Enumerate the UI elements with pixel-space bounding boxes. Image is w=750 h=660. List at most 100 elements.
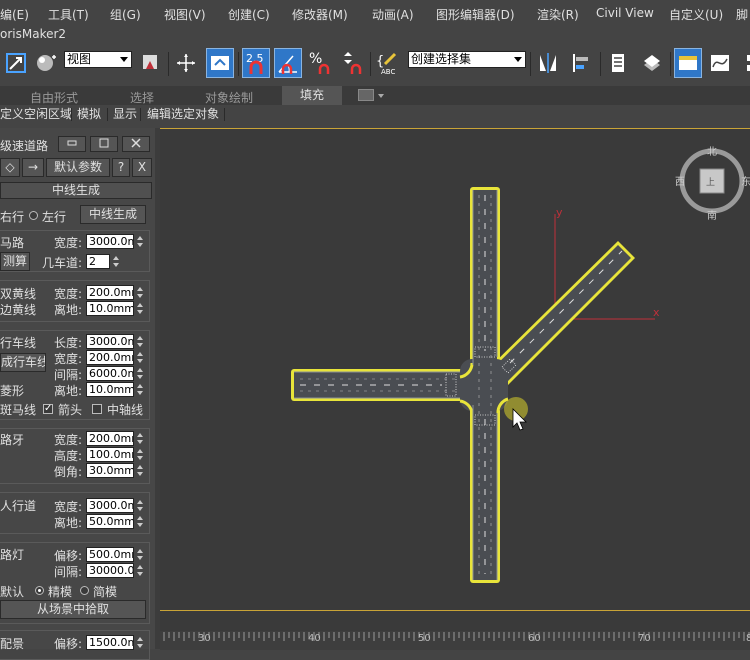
lanes-input[interactable]: 2 (86, 254, 110, 269)
menu-group[interactable]: 组(G) (110, 6, 141, 23)
dy-width-spinner-icon[interactable] (136, 285, 145, 300)
sl-gap-spinner-icon[interactable] (136, 563, 145, 578)
menu-customize[interactable]: 自定义(U) (669, 6, 723, 23)
sl-offset-input[interactable]: 500.0mm (86, 547, 134, 562)
menu-civil-view[interactable]: Civil View (596, 6, 654, 20)
snap-toggle-icon[interactable]: 2.5 (242, 48, 270, 78)
mirror-icon[interactable] (534, 48, 562, 78)
align-icon[interactable] (568, 48, 596, 78)
pivot-icon[interactable] (136, 48, 164, 78)
ln-offset-input[interactable]: 10.0mm (86, 382, 134, 397)
sl-offset-spinner-icon[interactable] (136, 547, 145, 562)
reference-coordinate-select[interactable]: 视图 (64, 51, 132, 68)
fu-offset-input[interactable]: 1500.0mm (86, 635, 134, 650)
edit-named-selection-icon[interactable]: {ABC (374, 48, 402, 78)
pick-from-scene-button[interactable]: 从场景中拾取 (0, 600, 146, 619)
dy-offset-input[interactable]: 10.0mm (86, 301, 134, 316)
generate-lane-button[interactable]: 成行车线 (0, 353, 46, 372)
menu-tools[interactable]: 工具(T) (48, 6, 89, 23)
curb-height-spinner-icon[interactable] (136, 447, 145, 462)
viewcube-face-label: 上 (706, 177, 715, 188)
dy-width-input[interactable]: 200.0mm (86, 285, 134, 300)
road-width-spinner-icon[interactable] (136, 234, 145, 249)
maximize-button[interactable] (90, 136, 118, 152)
menu-graph-editors[interactable]: 图形编辑器(D) (436, 6, 515, 23)
road-network[interactable] (291, 187, 635, 583)
curb-height-input[interactable]: 100.0mm (86, 447, 134, 462)
subtab-display[interactable]: 显示 (110, 105, 140, 124)
percent-snap-icon[interactable]: % (306, 48, 334, 78)
menu-edit[interactable]: 编(E) (0, 6, 29, 23)
left-drive-radio[interactable] (29, 211, 38, 220)
dy-offset-spinner-icon[interactable] (136, 301, 145, 316)
sw-width-input[interactable]: 3000.0mm (86, 498, 134, 513)
keyboard-shortcut-icon[interactable] (206, 48, 234, 78)
menu-script[interactable]: 脚 (736, 6, 748, 23)
menu-modifiers[interactable]: 修改器(M) (292, 6, 348, 23)
curve-editor-icon[interactable] (706, 48, 734, 78)
menu-animation[interactable]: 动画(A) (372, 6, 414, 23)
curb-chamfer-input[interactable]: 30.0mm (86, 463, 134, 478)
spinner-snap-icon[interactable] (338, 48, 366, 78)
road-label: 马路 (0, 236, 25, 250)
curb-chamfer-spinner-icon[interactable] (136, 463, 145, 478)
ln-gap-spinner-icon[interactable] (136, 366, 145, 381)
median-checkbox[interactable] (92, 404, 102, 414)
arrow-button[interactable]: → (22, 158, 44, 177)
tab-selection[interactable]: 选择 (130, 89, 154, 106)
ln-width-spinner-icon[interactable] (136, 350, 145, 365)
sw-width-spinner-icon[interactable] (136, 498, 145, 513)
subtab-define-idle-area[interactable]: 定义空闲区域 (0, 105, 75, 124)
minimize-button[interactable] (58, 136, 86, 152)
menu-rendering[interactable]: 渲染(R) (537, 6, 579, 23)
ribbon-dropdown-icon[interactable] (378, 94, 384, 98)
scene-explorer-icon[interactable] (638, 48, 666, 78)
tab-freeform[interactable]: 自由形式 (30, 89, 78, 106)
ribbon-toggle-icon[interactable] (674, 48, 702, 78)
panel-close-button[interactable]: X (132, 158, 152, 177)
menu-create[interactable]: 创建(C) (228, 6, 270, 23)
sphere-icon[interactable] (32, 48, 60, 78)
arrow-checkbox[interactable]: ✓ (43, 404, 53, 414)
menu-views[interactable]: 视图(V) (164, 6, 206, 23)
top-viewport[interactable]: y x 上 北 南 西 东 (160, 128, 750, 611)
tab-populate[interactable]: 填充 (282, 86, 342, 105)
ln-width-input[interactable]: 200.0mm (86, 350, 134, 365)
road-width-input[interactable]: 3000.0mm (86, 234, 134, 249)
curb-width-spinner-icon[interactable] (136, 431, 145, 446)
close-button[interactable] (122, 136, 150, 152)
curb-width-input[interactable]: 200.0mm (86, 431, 134, 446)
help-button[interactable]: ? (112, 158, 130, 177)
sw-offset-input[interactable]: 50.0mm (86, 514, 134, 529)
angle-snap-icon[interactable] (274, 48, 302, 78)
generate-centerline-button[interactable]: 中线生成 (80, 205, 146, 224)
sw-offset-spinner-icon[interactable] (136, 514, 145, 529)
move-gizmo-icon[interactable] (172, 48, 200, 78)
lanes-spinner-icon[interactable] (112, 254, 121, 269)
ribbon-options-icon[interactable] (358, 89, 374, 101)
ln-offset-spinner-icon[interactable] (136, 382, 145, 397)
fine-model-radio[interactable] (35, 586, 44, 595)
select-region-icon[interactable] (2, 48, 30, 78)
calculate-button[interactable]: 测算 (0, 252, 30, 271)
ln-gap-input[interactable]: 6000.0mm (86, 366, 134, 381)
default-params-button[interactable]: 默认参数 (46, 158, 110, 177)
subtab-simulate[interactable]: 模拟 (74, 105, 104, 124)
ln-length-spinner-icon[interactable] (136, 334, 145, 349)
subtab-edit-selected[interactable]: 编辑选定对象 (144, 105, 222, 124)
named-selection-set[interactable]: 创建选择集 (408, 51, 526, 68)
timeline[interactable]: 30 40 50 60 70 80 (160, 610, 750, 650)
layer-manager-icon[interactable] (604, 48, 632, 78)
diamond-button[interactable]: ◇ (0, 158, 20, 177)
ln-width-label: 宽度: (54, 352, 83, 366)
viewcube-south-label: 南 (707, 209, 717, 222)
section-centerline-header[interactable]: 中线生成 (0, 182, 152, 199)
ln-length-input[interactable]: 3000.0mm (86, 334, 134, 349)
sl-gap-input[interactable]: 30000.0mm (86, 563, 134, 578)
schematic-view-icon[interactable] (738, 48, 750, 78)
tab-object-paint[interactable]: 对象绘制 (205, 89, 253, 106)
fu-offset-spinner-icon[interactable] (136, 635, 145, 650)
simple-model-radio[interactable] (80, 586, 89, 595)
simple-model-label: 简模 (93, 585, 118, 599)
viewcube[interactable]: 上 北 南 西 东 (675, 146, 750, 222)
